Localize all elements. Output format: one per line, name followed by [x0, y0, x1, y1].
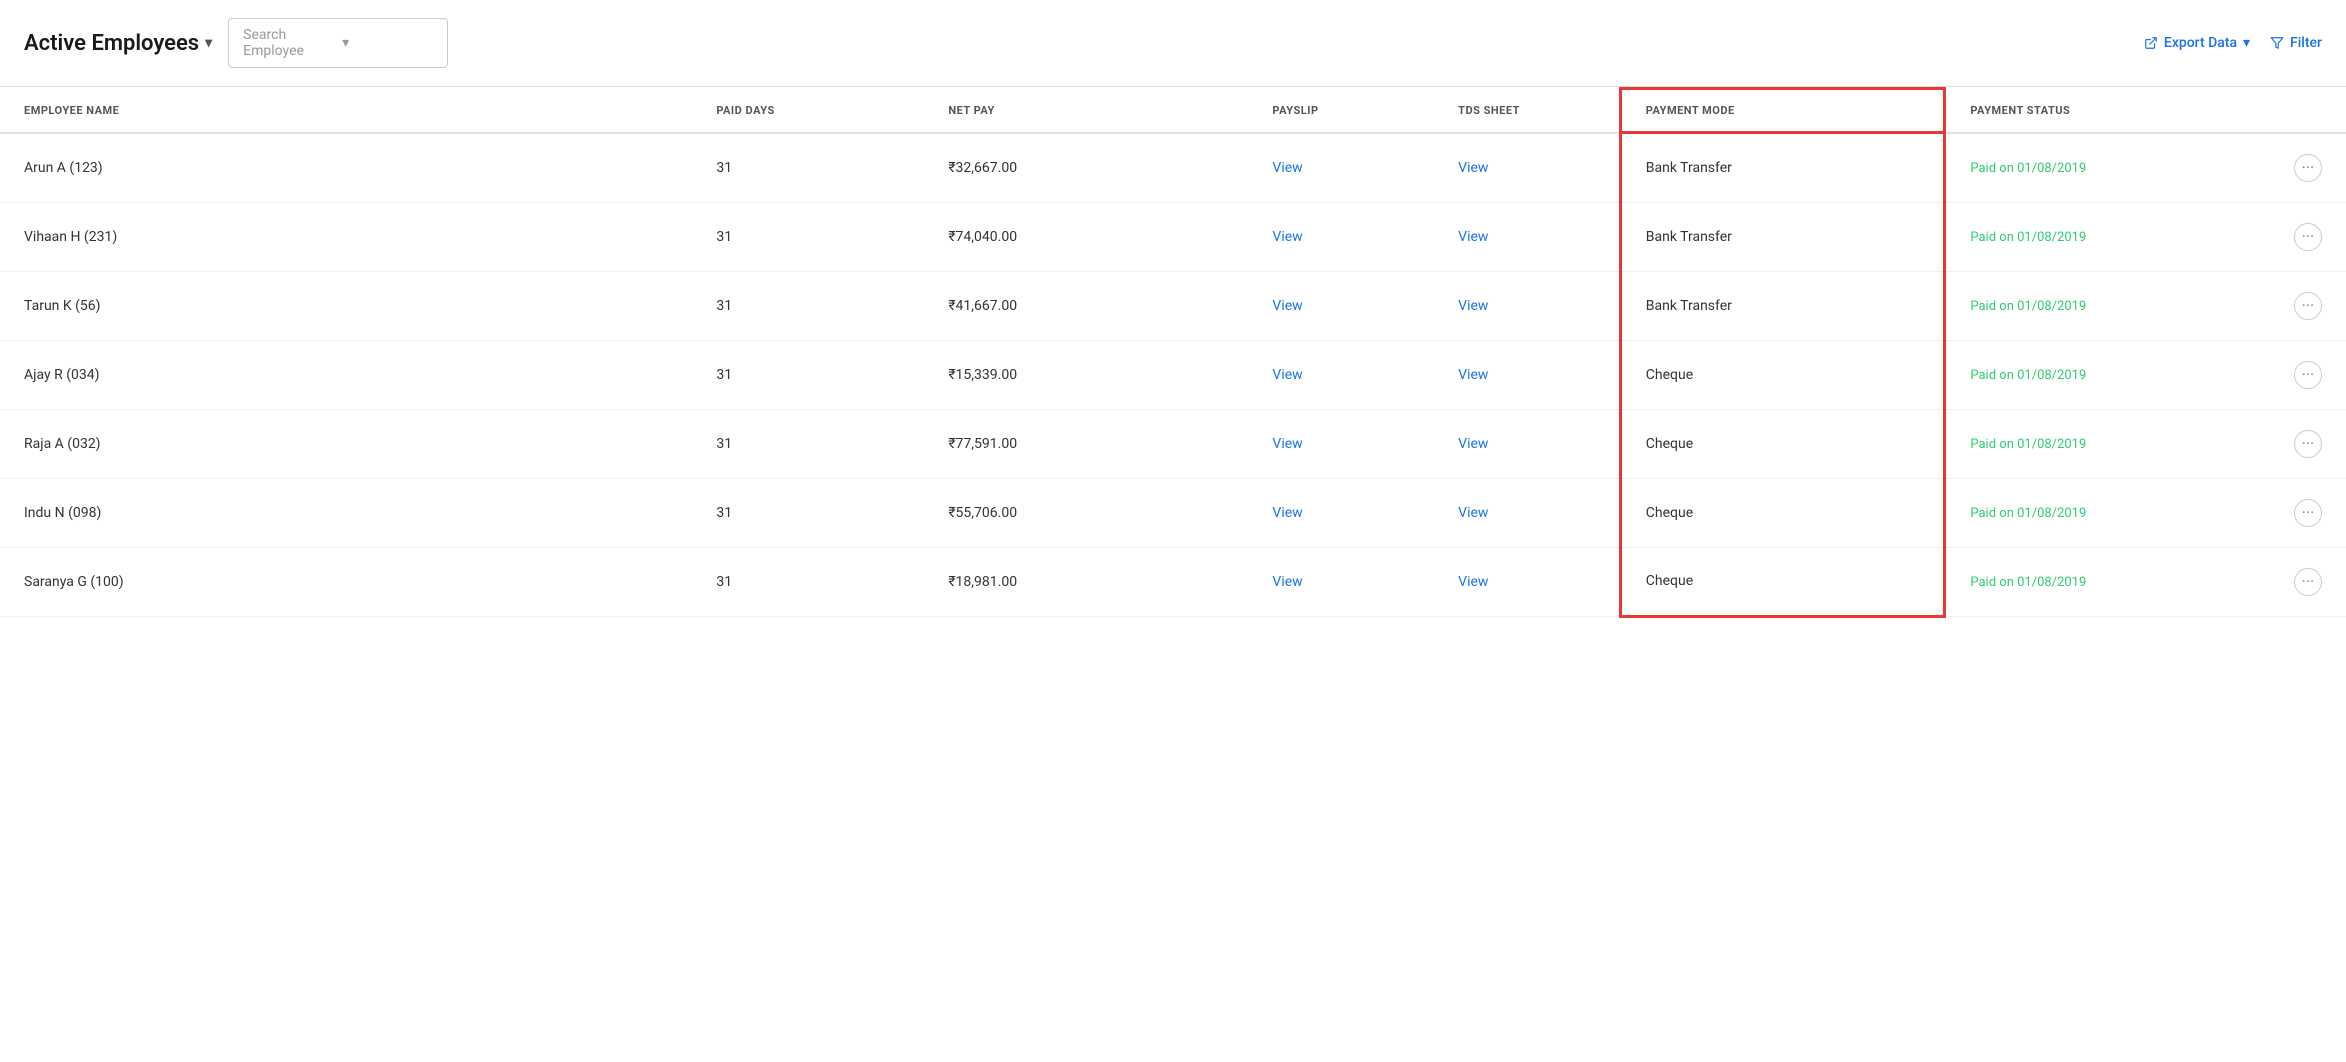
cell-net-pay: ₹32,667.00 [924, 133, 1248, 203]
more-options-button[interactable]: ··· [2294, 499, 2322, 527]
header-actions: Export Data ▾ Filter [2144, 35, 2322, 51]
cell-action[interactable]: ··· [2270, 133, 2346, 203]
cell-tds-view[interactable]: View [1434, 340, 1620, 409]
cell-employee-name: Ajay R (034) [0, 340, 692, 409]
cell-net-pay: ₹77,591.00 [924, 409, 1248, 478]
cell-paid-days: 31 [692, 202, 924, 271]
table-body: Arun A (123) 31 ₹32,667.00 View View Ban… [0, 133, 2346, 617]
cell-payslip-view[interactable]: View [1248, 133, 1434, 203]
th-net-pay: NET PAY [924, 89, 1248, 133]
more-options-button[interactable]: ··· [2294, 292, 2322, 320]
cell-paid-days: 31 [692, 271, 924, 340]
table-row: Vihaan H (231) 31 ₹74,040.00 View View B… [0, 202, 2346, 271]
cell-payslip-view[interactable]: View [1248, 271, 1434, 340]
more-options-button[interactable]: ··· [2294, 154, 2322, 182]
th-payslip: PAYSLIP [1248, 89, 1434, 133]
table-row: Saranya G (100) 31 ₹18,981.00 View View … [0, 547, 2346, 616]
cell-payment-status: Paid on 01/08/2019 [1945, 271, 2270, 340]
title-dropdown-arrow[interactable]: ▾ [205, 35, 212, 51]
th-payment-mode: PAYMENT MODE [1620, 89, 1945, 133]
cell-payment-status: Paid on 01/08/2019 [1945, 547, 2270, 616]
cell-payment-status: Paid on 01/08/2019 [1945, 340, 2270, 409]
table-row: Raja A (032) 31 ₹77,591.00 View View Che… [0, 409, 2346, 478]
cell-net-pay: ₹15,339.00 [924, 340, 1248, 409]
cell-payslip-view[interactable]: View [1248, 202, 1434, 271]
cell-net-pay: ₹18,981.00 [924, 547, 1248, 616]
cell-payment-mode: Cheque [1620, 340, 1945, 409]
cell-paid-days: 31 [692, 133, 924, 203]
cell-tds-view[interactable]: View [1434, 271, 1620, 340]
page-header: Active Employees ▾ Search Employee ▾ Exp… [0, 0, 2346, 87]
export-icon [2144, 36, 2158, 50]
table-row: Arun A (123) 31 ₹32,667.00 View View Ban… [0, 133, 2346, 203]
table-row: Ajay R (034) 31 ₹15,339.00 View View Che… [0, 340, 2346, 409]
cell-action[interactable]: ··· [2270, 547, 2346, 616]
cell-payslip-view[interactable]: View [1248, 478, 1434, 547]
cell-payment-mode: Bank Transfer [1620, 271, 1945, 340]
cell-paid-days: 31 [692, 409, 924, 478]
cell-tds-view[interactable]: View [1434, 409, 1620, 478]
cell-payment-mode: Bank Transfer [1620, 202, 1945, 271]
search-chevron-icon: ▾ [342, 35, 433, 51]
cell-payment-status: Paid on 01/08/2019 [1945, 133, 2270, 203]
export-data-button[interactable]: Export Data ▾ [2144, 35, 2250, 51]
cell-paid-days: 31 [692, 340, 924, 409]
cell-action[interactable]: ··· [2270, 202, 2346, 271]
cell-payment-mode: Cheque [1620, 409, 1945, 478]
cell-payslip-view[interactable]: View [1248, 409, 1434, 478]
cell-paid-days: 31 [692, 478, 924, 547]
th-tds-sheet: TDS SHEET [1434, 89, 1620, 133]
cell-action[interactable]: ··· [2270, 271, 2346, 340]
table-row: Indu N (098) 31 ₹55,706.00 View View Che… [0, 478, 2346, 547]
cell-payment-mode: Bank Transfer [1620, 133, 1945, 203]
page-title[interactable]: Active Employees ▾ [24, 31, 212, 56]
cell-employee-name: Indu N (098) [0, 478, 692, 547]
th-paid-days: PAID DAYS [692, 89, 924, 133]
cell-tds-view[interactable]: View [1434, 133, 1620, 203]
cell-employee-name: Saranya G (100) [0, 547, 692, 616]
title-text: Active Employees [24, 31, 199, 56]
th-action [2270, 89, 2346, 133]
filter-label: Filter [2290, 35, 2322, 51]
cell-employee-name: Vihaan H (231) [0, 202, 692, 271]
cell-tds-view[interactable]: View [1434, 547, 1620, 616]
more-options-button[interactable]: ··· [2294, 223, 2322, 251]
cell-employee-name: Raja A (032) [0, 409, 692, 478]
employee-table: EMPLOYEE NAME PAID DAYS NET PAY PAYSLIP … [0, 87, 2346, 618]
more-options-button[interactable]: ··· [2294, 568, 2322, 596]
th-employee-name: EMPLOYEE NAME [0, 89, 692, 133]
th-payment-status: PAYMENT STATUS [1945, 89, 2270, 133]
search-employee-dropdown[interactable]: Search Employee ▾ [228, 18, 448, 68]
cell-action[interactable]: ··· [2270, 340, 2346, 409]
cell-employee-name: Arun A (123) [0, 133, 692, 203]
employee-table-container: EMPLOYEE NAME PAID DAYS NET PAY PAYSLIP … [0, 87, 2346, 618]
filter-icon [2270, 36, 2284, 50]
search-placeholder-text: Search Employee [243, 27, 334, 59]
export-dropdown-arrow[interactable]: ▾ [2243, 35, 2250, 51]
cell-payment-mode: Cheque [1620, 547, 1945, 616]
cell-tds-view[interactable]: View [1434, 478, 1620, 547]
cell-payment-status: Paid on 01/08/2019 [1945, 409, 2270, 478]
cell-payment-status: Paid on 01/08/2019 [1945, 478, 2270, 547]
cell-action[interactable]: ··· [2270, 478, 2346, 547]
cell-payment-status: Paid on 01/08/2019 [1945, 202, 2270, 271]
cell-employee-name: Tarun K (56) [0, 271, 692, 340]
cell-payment-mode: Cheque [1620, 478, 1945, 547]
filter-button[interactable]: Filter [2270, 35, 2322, 51]
cell-action[interactable]: ··· [2270, 409, 2346, 478]
cell-net-pay: ₹41,667.00 [924, 271, 1248, 340]
cell-payslip-view[interactable]: View [1248, 547, 1434, 616]
cell-paid-days: 31 [692, 547, 924, 616]
cell-net-pay: ₹74,040.00 [924, 202, 1248, 271]
table-header-row: EMPLOYEE NAME PAID DAYS NET PAY PAYSLIP … [0, 89, 2346, 133]
cell-net-pay: ₹55,706.00 [924, 478, 1248, 547]
more-options-button[interactable]: ··· [2294, 430, 2322, 458]
cell-payslip-view[interactable]: View [1248, 340, 1434, 409]
more-options-button[interactable]: ··· [2294, 361, 2322, 389]
cell-tds-view[interactable]: View [1434, 202, 1620, 271]
export-label: Export Data [2164, 35, 2237, 51]
table-row: Tarun K (56) 31 ₹41,667.00 View View Ban… [0, 271, 2346, 340]
